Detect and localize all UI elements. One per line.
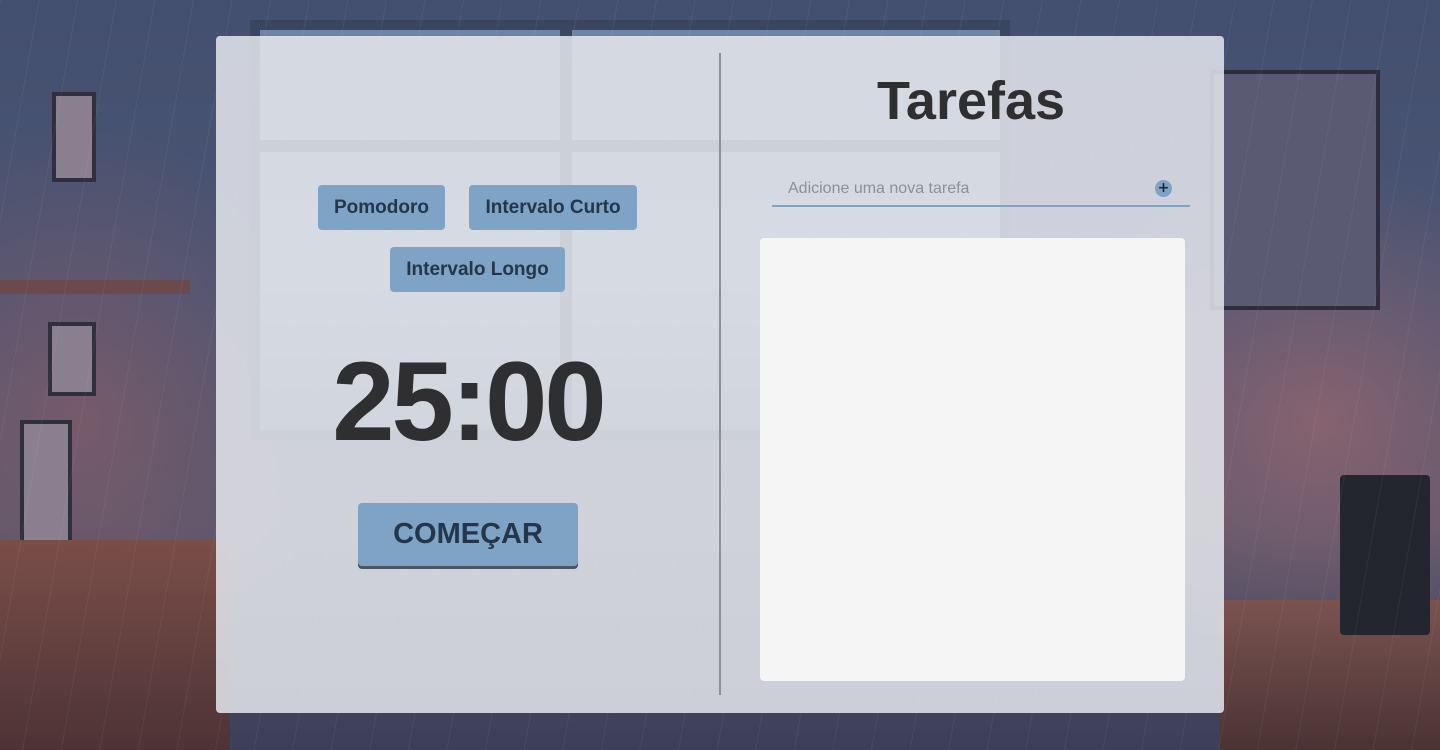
short-break-mode-button[interactable]: Intervalo Curto	[469, 185, 637, 230]
pomodoro-mode-button[interactable]: Pomodoro	[318, 185, 445, 230]
new-task-input[interactable]	[772, 172, 1142, 205]
plus-icon: +	[1157, 180, 1170, 196]
main-card: Pomodoro Intervalo Curto Intervalo Longo…	[216, 36, 1224, 713]
task-list	[760, 238, 1185, 681]
tasks-title: Tarefas	[876, 71, 1066, 131]
new-task-form: +	[772, 172, 1190, 207]
start-button[interactable]: COMEÇAR	[358, 503, 578, 566]
add-task-button[interactable]: +	[1155, 180, 1172, 197]
timer-display: 25:00	[332, 338, 606, 464]
panel-divider	[719, 53, 721, 695]
long-break-mode-button[interactable]: Intervalo Longo	[390, 247, 565, 292]
